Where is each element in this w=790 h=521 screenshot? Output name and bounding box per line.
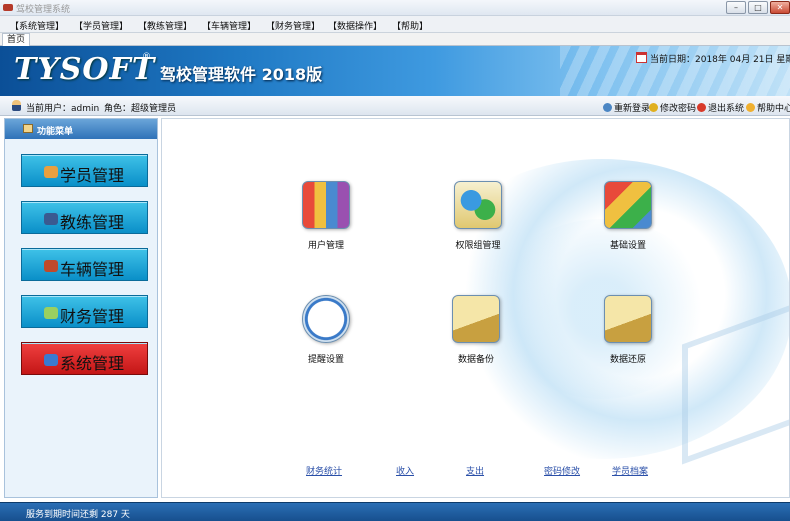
tab-home[interactable]: 首页 [2, 33, 31, 46]
calendar-icon [636, 52, 647, 63]
restore-folder-icon [604, 295, 652, 343]
header-banner: TYSOFT ® 驾校管理软件 2018版 当前日期：2018年 04月 21日… [0, 46, 790, 96]
status-bar: 服务到期时间还剩 287 天 [0, 502, 790, 521]
current-date: 当前日期：2018年 04月 21日 星期六 [650, 55, 790, 65]
sidebar-header: 功能菜单 [5, 119, 157, 139]
nav-label: 财务管理 [60, 307, 125, 326]
link-student-records[interactable]: 学员档案 [612, 464, 648, 477]
nav-finance-management[interactable]: 财务管理 [21, 295, 148, 328]
link-income[interactable]: 收入 [396, 464, 414, 477]
relogin-button[interactable]: 重新登录 [603, 101, 650, 114]
tile-label: 用户管理 [307, 241, 344, 251]
link-expense[interactable]: 支出 [466, 464, 484, 477]
nav-student-management[interactable]: 学员管理 [21, 154, 148, 187]
group-icon [454, 181, 502, 229]
tile-label: 基础设置 [609, 241, 646, 251]
window-title: 驾校管理系统 [16, 5, 71, 15]
close-button[interactable]: ✕ [770, 1, 790, 14]
registered-mark: ® [142, 52, 151, 62]
menu-bar: 【系统管理】 【学员管理】 【教练管理】 【车辆管理】 【财务管理】 【数据操作… [0, 16, 790, 33]
backup-folder-icon [452, 295, 500, 343]
sidebar-title: 功能菜单 [37, 127, 74, 137]
nav-label: 学员管理 [60, 166, 125, 185]
minimize-button[interactable]: – [726, 1, 746, 14]
tile-label: 权限组管理 [455, 241, 501, 251]
menu-coaches[interactable]: 【教练管理】 [138, 19, 192, 32]
tile-label: 数据备份 [457, 355, 494, 365]
user-role: 角色：超级管理员 [104, 104, 177, 114]
product-title: 驾校管理软件 2018版 [160, 65, 323, 84]
app-icon [3, 4, 13, 11]
settings-icon [604, 181, 652, 229]
help-center-button[interactable]: 帮助中心 [746, 101, 790, 114]
nav-coach-management[interactable]: 教练管理 [21, 201, 148, 234]
logout-button[interactable]: 退出系统 [697, 101, 744, 114]
user-bar: 当前用户：admin 角色：超级管理员 重新登录 修改密码 退出系统 帮助中心 [0, 96, 790, 116]
nav-label: 车辆管理 [60, 260, 125, 279]
menu-vehicles[interactable]: 【车辆管理】 [202, 19, 256, 32]
relogin-label: 重新登录 [614, 104, 651, 114]
users-icon [302, 181, 350, 229]
students-icon [44, 166, 58, 178]
change-password-button[interactable]: 修改密码 [649, 101, 696, 114]
menu-data[interactable]: 【数据操作】 [328, 19, 382, 32]
menu-finance[interactable]: 【财务管理】 [266, 19, 320, 32]
tile-data-restore[interactable]: 数据还原 [588, 295, 668, 375]
maximize-button[interactable]: □ [748, 1, 768, 14]
user-icon [12, 100, 21, 111]
tile-label: 数据还原 [609, 355, 646, 365]
link-finance-statistics[interactable]: 财务统计 [306, 464, 342, 477]
finance-icon [44, 307, 58, 319]
current-user: 当前用户：admin [26, 104, 100, 114]
car-icon [44, 260, 58, 272]
exit-icon [697, 103, 706, 112]
nav-system-management[interactable]: 系统管理 [21, 342, 148, 375]
pencil-icon [649, 103, 658, 112]
tab-strip: 首页 [0, 33, 790, 46]
menu-folder-icon [23, 124, 33, 133]
help-center-label: 帮助中心 [757, 104, 790, 114]
brand-logo: TYSOFT [14, 52, 156, 87]
tile-label: 提醒设置 [307, 355, 344, 365]
menu-system[interactable]: 【系统管理】 [10, 19, 64, 32]
title-bar: 驾校管理系统 – □ ✕ [0, 0, 790, 16]
help-icon [746, 103, 755, 112]
tile-reminder-settings[interactable]: 提醒设置 [286, 295, 366, 375]
nav-label: 教练管理 [60, 213, 125, 232]
tile-user-management[interactable]: 用户管理 [286, 181, 366, 261]
service-expiry-status: 服务到期时间还剩 287 天 [26, 510, 130, 520]
change-password-label: 修改密码 [660, 104, 697, 114]
link-change-password[interactable]: 密码修改 [544, 464, 580, 477]
tile-data-backup[interactable]: 数据备份 [436, 295, 516, 375]
menu-help[interactable]: 【帮助】 [392, 19, 428, 32]
clock-icon [302, 295, 350, 343]
menu-students[interactable]: 【学员管理】 [74, 19, 128, 32]
sidebar: 功能菜单 学员管理 教练管理 车辆管理 财务管理 系统管理 [4, 118, 158, 498]
tile-basic-settings[interactable]: 基础设置 [588, 181, 668, 261]
logout-label: 退出系统 [708, 104, 745, 114]
coach-icon [44, 213, 58, 225]
nav-vehicle-management[interactable]: 车辆管理 [21, 248, 148, 281]
main-content: 用户管理 权限组管理 基础设置 提醒设置 数据备份 数据还原 财务统计 收入 支… [161, 118, 790, 498]
relogin-icon [603, 103, 612, 112]
nav-label: 系统管理 [60, 354, 125, 373]
system-icon [44, 354, 58, 366]
tile-permission-groups[interactable]: 权限组管理 [438, 181, 518, 261]
